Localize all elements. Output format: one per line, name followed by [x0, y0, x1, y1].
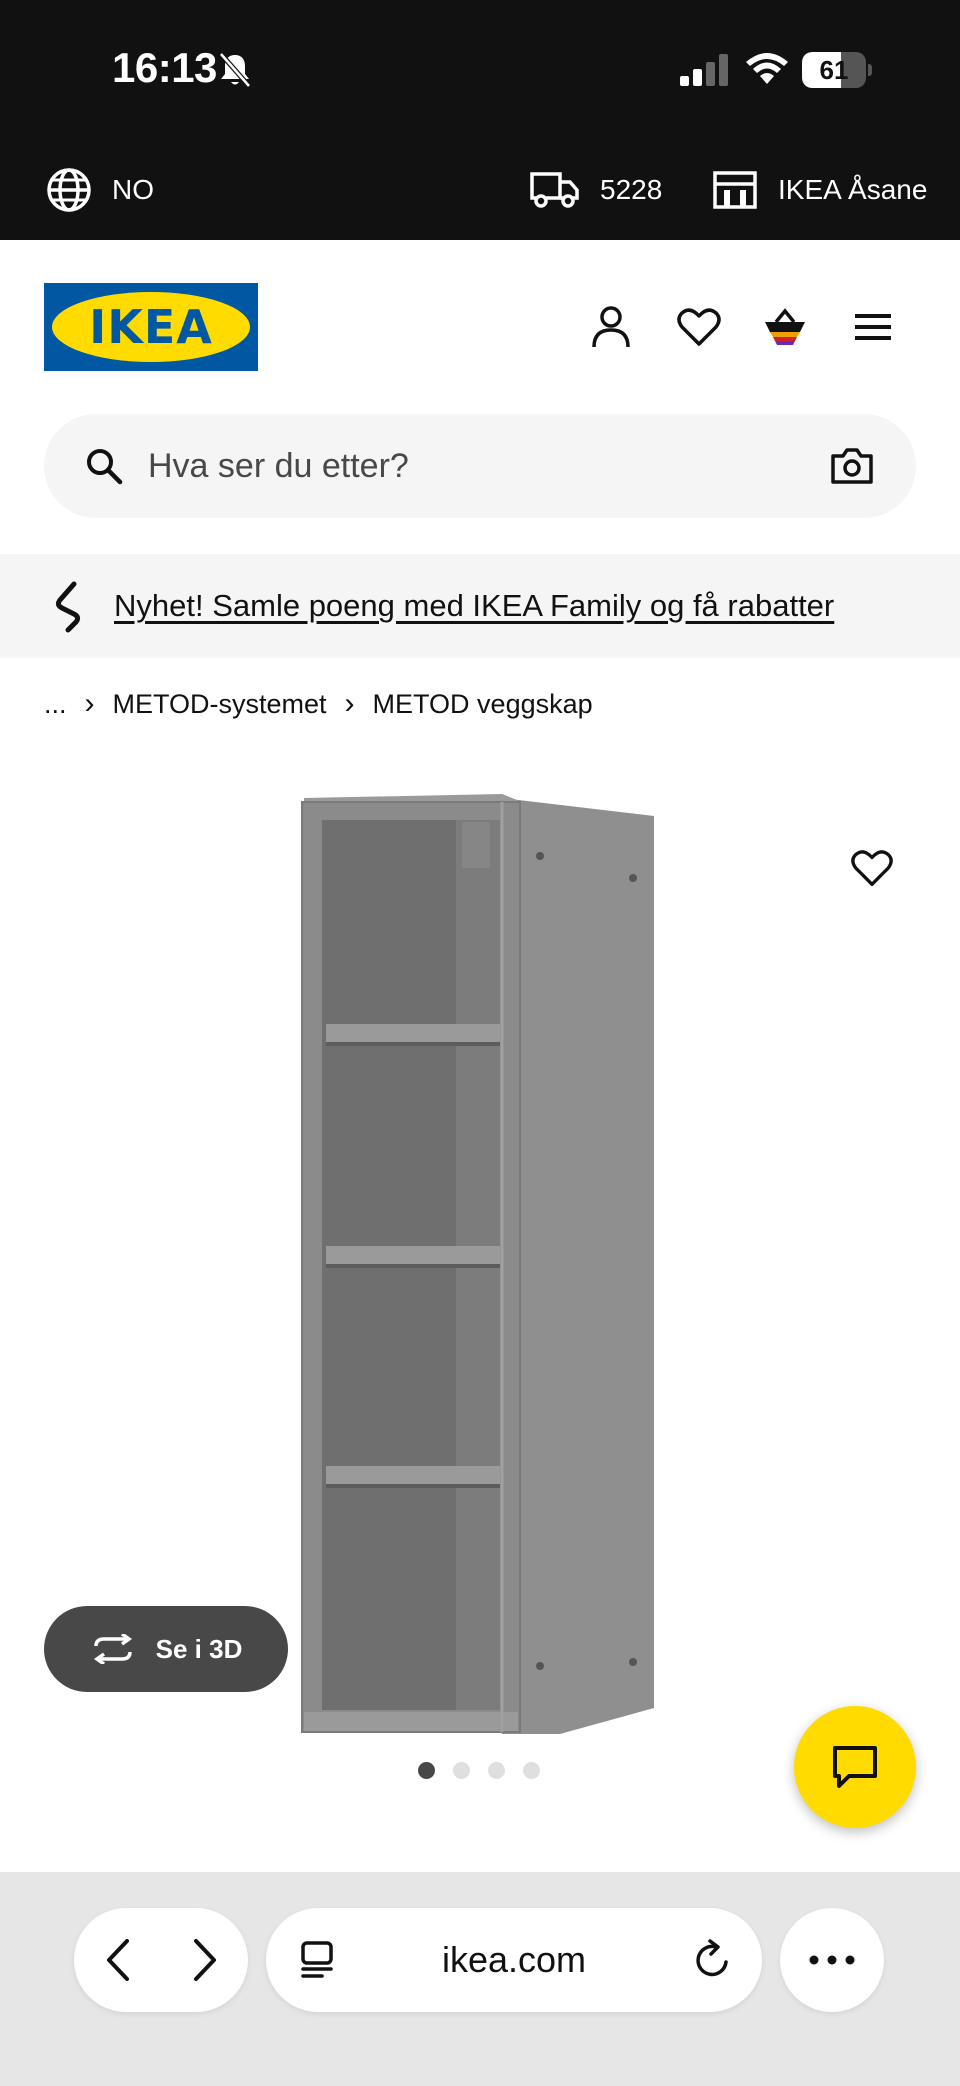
- globe-icon: [47, 168, 91, 212]
- language-label: NO: [112, 174, 154, 205]
- forward-button[interactable]: [161, 1908, 248, 2012]
- breadcrumb: ... › METOD-systemet › METOD veggskap: [44, 686, 593, 722]
- carousel-dot[interactable]: [453, 1762, 470, 1779]
- wifi-icon: [746, 53, 788, 84]
- address-bar[interactable]: ikea.com: [266, 1908, 762, 2012]
- chat-icon: [833, 1746, 877, 1788]
- search-input[interactable]: [148, 414, 828, 518]
- chat-button[interactable]: [794, 1706, 916, 1828]
- search-bar[interactable]: [44, 414, 916, 518]
- ikea-logo[interactable]: IKEA: [44, 283, 258, 371]
- search-icon: [87, 449, 123, 485]
- postal-code-label: 5228: [600, 174, 663, 205]
- status-bar: 16:13 61: [0, 0, 960, 140]
- account-icon[interactable]: [588, 304, 634, 350]
- delivery-postal-code[interactable]: 5228: [530, 140, 662, 240]
- carousel-dot[interactable]: [418, 1762, 435, 1779]
- carousel-dot[interactable]: [523, 1762, 540, 1779]
- battery-level: 61: [819, 55, 849, 85]
- see-in-3d-button[interactable]: Se i 3D: [44, 1606, 288, 1692]
- rotate-3d-icon: [93, 1634, 132, 1664]
- chevron-right-icon: ›: [84, 687, 95, 720]
- utility-bar: NO 5228 IKEA Åsane: [0, 140, 960, 240]
- ikea-family-icon: [55, 581, 81, 633]
- bell-slash-icon: [219, 52, 251, 88]
- basket-icon[interactable]: [762, 304, 808, 350]
- save-to-favourites-button[interactable]: [842, 838, 902, 898]
- chevron-right-icon: ›: [344, 687, 355, 720]
- signal-icon: [680, 54, 728, 86]
- store-icon: [713, 171, 757, 209]
- url-text: ikea.com: [441, 1939, 587, 1980]
- battery-icon: 61: [802, 52, 872, 88]
- product-image: [301, 794, 654, 1734]
- status-time: 16:13: [112, 44, 217, 91]
- store-label: IKEA Åsane: [778, 174, 928, 205]
- carousel-dots: [418, 1762, 558, 1780]
- more-options-button[interactable]: [780, 1908, 884, 2012]
- back-button[interactable]: [74, 1908, 161, 2012]
- heart-icon[interactable]: [676, 304, 722, 350]
- breadcrumb-ellipsis[interactable]: ...: [44, 689, 67, 720]
- store-selector[interactable]: IKEA Åsane: [712, 140, 927, 240]
- chevron-right-icon: [193, 1939, 216, 1981]
- reload-icon[interactable]: [690, 1938, 734, 1982]
- chevron-left-icon: [106, 1939, 129, 1981]
- promo-link[interactable]: Nyhet! Samle poeng med IKEA Family og få…: [114, 554, 834, 658]
- promo-banner: Nyhet! Samle poeng med IKEA Family og få…: [0, 554, 960, 658]
- camera-icon[interactable]: [830, 444, 874, 488]
- menu-icon[interactable]: [850, 304, 896, 350]
- site-header: IKEA: [0, 240, 960, 410]
- heart-icon: [851, 850, 893, 886]
- carousel-dot[interactable]: [488, 1762, 505, 1779]
- see-in-3d-label: Se i 3D: [155, 1633, 243, 1664]
- more-icon: [809, 1955, 855, 1965]
- breadcrumb-item-current[interactable]: METOD veggskap: [373, 689, 593, 720]
- browser-toolbar: ikea.com: [0, 1872, 960, 2086]
- language-selector[interactable]: NO: [46, 140, 154, 240]
- delivery-truck-icon: [530, 172, 579, 208]
- breadcrumb-item-metod-system[interactable]: METOD-systemet: [113, 689, 327, 720]
- navigation-buttons: [74, 1908, 248, 2012]
